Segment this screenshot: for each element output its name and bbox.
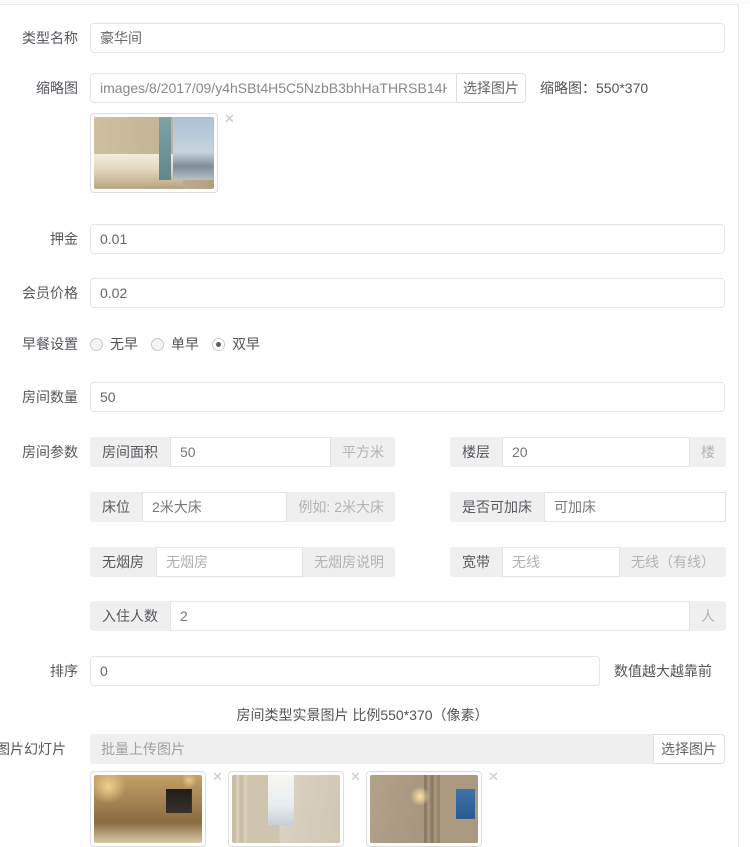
occupancy-input[interactable] [170, 601, 690, 631]
gallery-choose-image-button[interactable]: 选择图片 [653, 734, 725, 764]
extra-bed-group: 是否可加床 [450, 492, 726, 522]
gallery-photo-2: ✕ [228, 771, 344, 847]
member-price-label: 会员价格 [0, 278, 78, 308]
thumbnail-label: 缩略图 [0, 73, 78, 103]
breakfast-option-single[interactable]: 单早 [151, 334, 199, 354]
sort-input[interactable] [90, 656, 600, 686]
gallery-photo-3: ✕ [366, 771, 482, 847]
room-area-group: 房间面积 平方米 [90, 437, 395, 467]
type-name-label: 类型名称 [0, 23, 78, 53]
floor-unit: 楼 [690, 437, 726, 467]
gallery-label: 房间图片幻灯片 [0, 734, 66, 764]
bed-label: 床位 [90, 492, 142, 522]
gallery-photo-3-frame [366, 771, 482, 847]
floor-group: 楼层 楼 [450, 437, 726, 467]
extra-bed-label: 是否可加床 [450, 492, 544, 522]
bed-input[interactable] [142, 492, 287, 522]
breakfast-option-none-label: 无早 [110, 334, 138, 354]
thumbnail-remove-icon[interactable]: ✕ [224, 112, 235, 125]
gallery-photo-1-frame [90, 771, 206, 847]
gallery-upload-row: 房间图片幻灯片 选择图片 [0, 734, 725, 764]
gallery-photo-2-remove-icon[interactable]: ✕ [350, 770, 361, 783]
radio-icon[interactable] [212, 338, 225, 351]
thumbnail-preview: ✕ [90, 113, 218, 193]
gallery-photo-1-remove-icon[interactable]: ✕ [212, 770, 223, 783]
gallery-photo-2-image [232, 775, 340, 843]
breakfast-option-none[interactable]: 无早 [90, 334, 138, 354]
room-count-label: 房间数量 [0, 382, 78, 412]
thumbnail-photo-frame [90, 113, 218, 193]
thumbnail-size-hint: 缩略图：550*370 [540, 73, 648, 103]
thumbnail-preview-row: ✕ [0, 113, 725, 193]
occupancy-group: 入住人数 人 [90, 601, 726, 631]
broadband-hint: 无线（有线） [620, 547, 726, 577]
broadband-input[interactable] [502, 547, 620, 577]
thumbnail-path-input[interactable] [90, 73, 457, 103]
gallery-batch-upload-input[interactable] [90, 734, 653, 764]
thumbnail-row: 缩略图 选择图片 缩略图：550*370 [0, 73, 725, 103]
deposit-row: 押金 [0, 224, 725, 254]
gallery-photo-2-frame [228, 771, 344, 847]
gallery-section-title: 房间类型实景图片 比例550*370（像素） [0, 705, 725, 725]
gallery-photo-3-remove-icon[interactable]: ✕ [488, 770, 499, 783]
member-price-input[interactable] [90, 278, 725, 308]
occupancy-label: 入住人数 [90, 601, 170, 631]
radio-icon[interactable] [90, 338, 103, 351]
gallery-photo-1-image [94, 775, 202, 843]
room-area-unit: 平方米 [331, 437, 395, 467]
bed-example-hint: 例如: 2米大床 [287, 492, 395, 522]
thumbnail-photo [94, 117, 214, 189]
breakfast-option-single-label: 单早 [171, 334, 199, 354]
bed-group: 床位 例如: 2米大床 [90, 492, 395, 522]
room-count-row: 房间数量 [0, 382, 725, 412]
gallery-photos-row: ✕ ✕ ✕ [0, 771, 725, 847]
room-area-input[interactable] [170, 437, 331, 467]
breakfast-option-double[interactable]: 双早 [212, 334, 260, 354]
broadband-group: 宽带 无线（有线） [450, 547, 726, 577]
breakfast-label: 早餐设置 [0, 334, 78, 354]
breakfast-row: 早餐设置 无早 单早 双早 [0, 334, 725, 354]
sort-hint: 数值越大越靠前 [614, 656, 712, 686]
room-params-row-4: 入住人数 人 [0, 601, 725, 631]
room-params-row-1: 房间参数 房间面积 平方米 楼层 楼 [0, 437, 725, 467]
no-smoking-input[interactable] [156, 547, 303, 577]
room-area-label: 房间面积 [90, 437, 170, 467]
radio-icon[interactable] [151, 338, 164, 351]
member-price-row: 会员价格 [0, 278, 725, 308]
no-smoking-group: 无烟房 无烟房说明 [90, 547, 395, 577]
type-name-row: 类型名称 [0, 23, 725, 53]
no-smoking-label: 无烟房 [90, 547, 156, 577]
breakfast-option-double-label: 双早 [232, 334, 260, 354]
gallery-photo-1: ✕ [90, 771, 206, 847]
sort-label: 排序 [0, 656, 78, 686]
type-name-input[interactable] [90, 23, 725, 53]
room-type-form-panel: 类型名称 缩略图 选择图片 缩略图：550*370 ✕ 押金 [0, 4, 739, 847]
sort-row: 排序 数值越大越靠前 [0, 656, 725, 686]
room-params-label: 房间参数 [0, 437, 78, 467]
deposit-input[interactable] [90, 224, 725, 254]
broadband-label: 宽带 [450, 547, 502, 577]
room-count-input[interactable] [90, 382, 725, 412]
thumbnail-choose-image-button[interactable]: 选择图片 [456, 73, 526, 103]
room-params-row-3: 无烟房 无烟房说明 宽带 无线（有线） [0, 547, 725, 577]
deposit-label: 押金 [0, 224, 78, 254]
floor-label: 楼层 [450, 437, 502, 467]
gallery-photo-3-image [370, 775, 478, 843]
floor-input[interactable] [502, 437, 690, 467]
occupancy-unit: 人 [690, 601, 726, 631]
extra-bed-input[interactable] [544, 492, 726, 522]
room-params-row-2: 床位 例如: 2米大床 是否可加床 [0, 492, 725, 522]
no-smoking-hint: 无烟房说明 [303, 547, 395, 577]
